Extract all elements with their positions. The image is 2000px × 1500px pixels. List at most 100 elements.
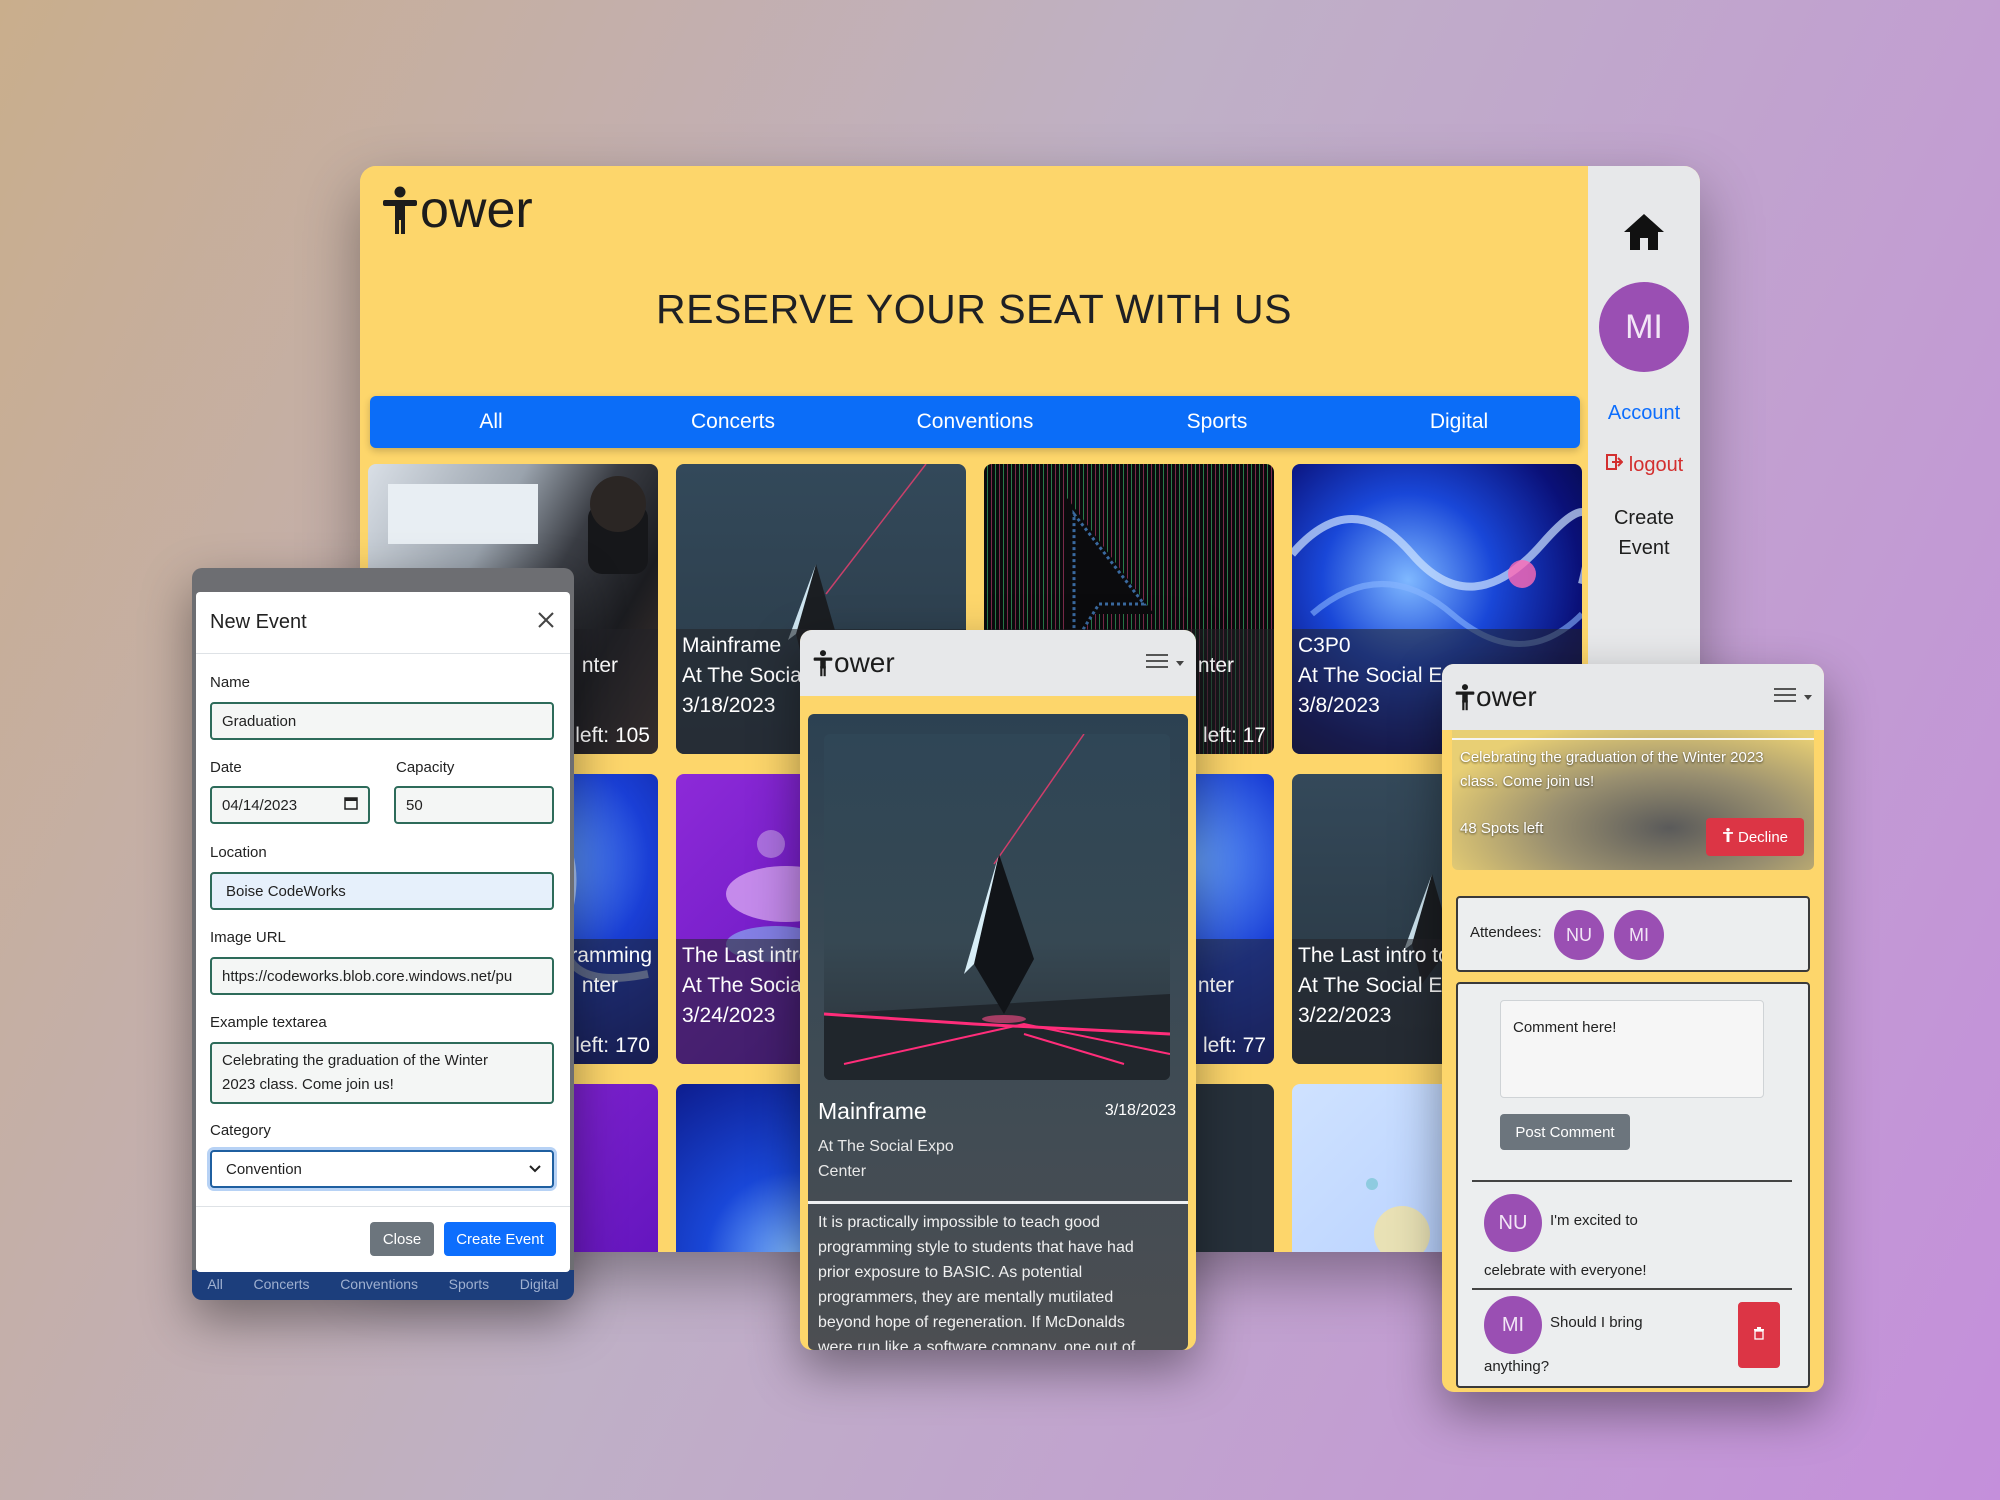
capacity-input[interactable]: 50 <box>394 786 554 824</box>
event-summary-panel: Celebrating the graduation of the Winter… <box>1452 730 1814 870</box>
menu-toggle[interactable] <box>1146 652 1184 675</box>
bg-tab: Conventions <box>340 1276 419 1292</box>
divider <box>1472 1180 1792 1182</box>
create-event-link[interactable]: Create Event <box>1614 503 1674 563</box>
description-textarea[interactable]: Celebrating the graduation of the Winter… <box>210 1042 554 1104</box>
tab-sports[interactable]: Sports <box>1096 396 1338 448</box>
person-logo-icon <box>1454 683 1476 711</box>
divider <box>1452 738 1814 740</box>
close-icon[interactable] <box>536 610 556 635</box>
event-detail-card: Mainframe 3/18/2023 At The Social Expo C… <box>808 714 1188 1350</box>
event-date: 3/18/2023 <box>1104 1102 1176 1119</box>
create-label-line1: Create <box>1613 507 1675 529</box>
post-comment-button[interactable]: Post Comment <box>1500 1114 1630 1150</box>
chevron-down-icon <box>528 1161 542 1178</box>
event-location: At The Social Expo Center <box>818 1134 954 1184</box>
attendees-panel: Attendees: NU MI <box>1456 896 1810 972</box>
background-tabbar: All Concerts Conventions Sports Digital <box>192 1270 574 1300</box>
brand-logo[interactable]: ower <box>1454 681 1537 713</box>
user-avatar[interactable]: MI <box>1599 282 1689 372</box>
category-value: Convention <box>226 1160 302 1178</box>
date-label: Date <box>210 759 242 776</box>
caret-down-icon <box>1804 688 1812 706</box>
tab-digital[interactable]: Digital <box>1338 396 1580 448</box>
category-label: Category <box>210 1122 271 1139</box>
comments-panel: Comment here! Post Comment NU I'm excite… <box>1456 982 1810 1388</box>
category-tabs: All Concerts Conventions Sports Digital <box>370 396 1580 448</box>
name-label: Name <box>210 674 251 691</box>
logout-label: logout <box>1628 453 1684 476</box>
image-url-input[interactable]: https://codeworks.blob.core.windows.net/… <box>210 957 554 995</box>
bg-tab: Sports <box>448 1276 490 1292</box>
mobile-navbar: ower <box>800 630 1196 696</box>
textarea-label: Example textarea <box>210 1014 327 1031</box>
location-input[interactable]: Boise CodeWorks <box>210 872 554 910</box>
menu-toggle[interactable] <box>1774 686 1812 709</box>
attendees-label: Attendees: <box>1470 924 1542 941</box>
comment-avatar[interactable]: MI <box>1484 1296 1542 1354</box>
decline-label: Decline <box>1737 828 1789 846</box>
trash-icon <box>1753 1326 1765 1344</box>
tab-all[interactable]: All <box>370 396 612 448</box>
hamburger-icon <box>1774 686 1798 709</box>
date-value: 04/14/2023 <box>222 796 298 814</box>
divider <box>1472 1288 1792 1290</box>
desc-line: programming style to students that have … <box>818 1239 1134 1256</box>
modal-title: New Event <box>210 611 307 633</box>
comment-text: I'm excited to <box>1550 1212 1638 1229</box>
delete-comment-button[interactable] <box>1738 1302 1780 1368</box>
date-input[interactable]: 04/14/2023 <box>210 786 370 824</box>
name-input[interactable]: Graduation <box>210 702 554 740</box>
desc-line: were run like a software company, one ou… <box>818 1339 1136 1350</box>
new-event-window: All Concerts Conventions Sports Digital … <box>192 568 574 1300</box>
comment-text: Should I bring <box>1550 1314 1643 1331</box>
brand-logo[interactable]: ower <box>812 647 895 679</box>
textarea-line: Celebrating the graduation of the Winter <box>222 1052 488 1069</box>
person-icon <box>1722 828 1734 846</box>
category-select[interactable]: Convention <box>210 1150 554 1188</box>
home-icon[interactable] <box>1622 212 1666 252</box>
image-url-label: Image URL <box>210 929 286 946</box>
spots-left: 48 Spots left <box>1460 820 1544 837</box>
brand-text: ower <box>1476 681 1537 712</box>
bg-tab: Digital <box>519 1276 559 1292</box>
mobile-event-comments: ower Celebrating the graduation of the W… <box>1442 664 1824 1392</box>
close-button[interactable]: Close <box>370 1222 434 1256</box>
attendee-avatar[interactable]: MI <box>1614 910 1664 960</box>
bg-tab: Concerts <box>253 1276 310 1292</box>
brand-logo[interactable]: ower <box>380 180 533 240</box>
event-title: Mainframe <box>818 1098 927 1124</box>
decline-button[interactable]: Decline <box>1706 818 1804 856</box>
tab-conventions[interactable]: Conventions <box>854 396 1096 448</box>
logout-button[interactable]: logout <box>1605 453 1684 477</box>
desc-line: programmers, they are mentally mutilated <box>818 1289 1114 1306</box>
person-logo-icon <box>380 186 420 234</box>
caret-down-icon <box>1176 654 1184 672</box>
comment-input[interactable]: Comment here! <box>1500 1000 1764 1098</box>
mobile-event-detail: ower Mainframe 3/18/2023 At The Social E… <box>800 630 1196 1350</box>
comment-avatar[interactable]: NU <box>1484 1194 1542 1252</box>
bg-tab: All <box>207 1276 223 1292</box>
hamburger-icon <box>1146 652 1170 675</box>
brand-text: ower <box>420 181 533 239</box>
event-image <box>824 734 1170 1080</box>
location-line: Center <box>818 1163 867 1180</box>
attendee-avatar[interactable]: NU <box>1554 910 1604 960</box>
tab-concerts[interactable]: Concerts <box>612 396 854 448</box>
desc-line: class. Come join us! <box>1460 773 1595 790</box>
mobile-navbar: ower <box>1442 664 1824 730</box>
desc-line: beyond hope of regeneration. If McDonald… <box>818 1314 1125 1331</box>
create-event-button[interactable]: Create Event <box>444 1222 556 1256</box>
modal-footer-divider <box>196 1206 570 1207</box>
desc-line: prior exposure to BASIC. As potential <box>818 1264 1083 1281</box>
new-event-modal: New Event Name Graduation Date 04/14/202… <box>196 592 570 1272</box>
event-description: Celebrating the graduation of the Winter… <box>1460 746 1764 794</box>
account-link[interactable]: Account <box>1608 402 1680 425</box>
calendar-icon[interactable] <box>344 796 358 814</box>
comment-text: celebrate with everyone! <box>1484 1262 1647 1279</box>
person-logo-icon <box>812 649 834 677</box>
desc-line: It is practically impossible to teach go… <box>818 1214 1100 1231</box>
create-label-line2: Event <box>1618 537 1670 559</box>
brand-text: ower <box>834 647 895 678</box>
hero-title: RESERVE YOUR SEAT WITH US <box>656 286 1292 332</box>
